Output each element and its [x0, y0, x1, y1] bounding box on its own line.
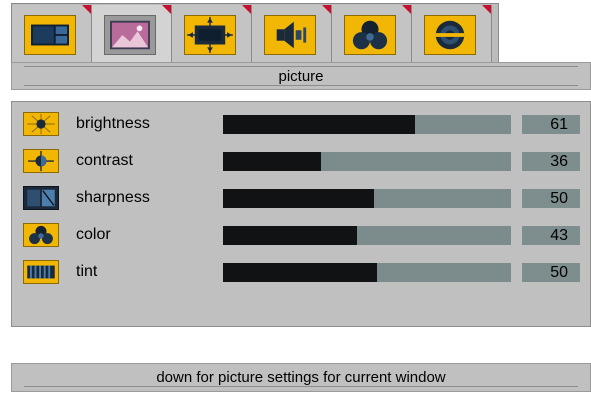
- setting-row-color[interactable]: color 43: [12, 221, 591, 249]
- tab-setup[interactable]: [412, 5, 492, 63]
- divider: [24, 386, 578, 387]
- sharpness-slider[interactable]: [223, 189, 511, 208]
- tint-icon: [23, 260, 59, 284]
- contrast-icon: [23, 149, 59, 173]
- help-text: down for picture settings for current wi…: [156, 369, 446, 386]
- tab-bar: [11, 3, 499, 63]
- setting-value: 61: [522, 115, 580, 134]
- settings-panel: brightness 61 contrast 36 sharpness 50 c…: [11, 101, 591, 327]
- slider-fill: [223, 263, 377, 282]
- slider-fill: [223, 226, 357, 245]
- brightness-icon: [23, 112, 59, 136]
- slider-fill: [223, 152, 321, 171]
- color-icon: [23, 223, 59, 247]
- brightness-slider[interactable]: [223, 115, 511, 134]
- screen-position-icon: [184, 15, 236, 55]
- divider: [24, 66, 578, 67]
- setup-icon: [424, 15, 476, 55]
- setting-label: tint: [76, 263, 98, 280]
- audio-icon: [264, 15, 316, 55]
- setting-row-contrast[interactable]: contrast 36: [12, 147, 591, 175]
- setting-row-brightness[interactable]: brightness 61: [12, 110, 591, 138]
- setting-row-sharpness[interactable]: sharpness 50: [12, 184, 591, 212]
- setting-label: color: [76, 226, 111, 243]
- contrast-slider[interactable]: [223, 152, 511, 171]
- tab-audio[interactable]: [252, 5, 332, 63]
- tab-layout[interactable]: [12, 5, 92, 63]
- page-title: picture: [278, 68, 324, 85]
- setting-label: contrast: [76, 152, 133, 169]
- layout-icon: [24, 15, 76, 55]
- slider-fill: [223, 189, 374, 208]
- tab-picture[interactable]: [92, 5, 172, 63]
- divider: [24, 85, 578, 86]
- color-slider[interactable]: [223, 226, 511, 245]
- setting-row-tint[interactable]: tint 50: [12, 258, 591, 286]
- picture-icon: [104, 15, 156, 55]
- setting-value: 50: [522, 263, 580, 282]
- tab-screen-position[interactable]: [172, 5, 252, 63]
- setting-value: 43: [522, 226, 580, 245]
- slider-fill: [223, 115, 415, 134]
- tab-color[interactable]: [332, 5, 412, 63]
- setting-value: 50: [522, 189, 580, 208]
- setting-label: sharpness: [76, 189, 150, 206]
- page-title-bar: picture: [11, 62, 591, 90]
- help-bar: down for picture settings for current wi…: [11, 363, 591, 392]
- color-icon: [344, 15, 396, 55]
- setting-value: 36: [522, 152, 580, 171]
- tint-slider[interactable]: [223, 263, 511, 282]
- sharpness-icon: [23, 186, 59, 210]
- setting-label: brightness: [76, 115, 150, 132]
